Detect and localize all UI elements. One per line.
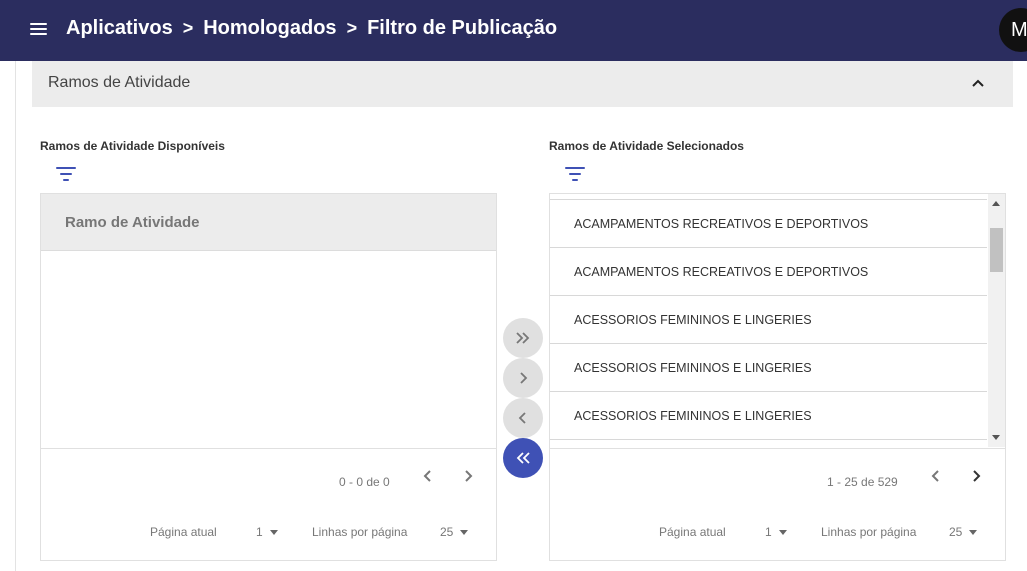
app-header: Aplicativos > Homologados > Filtro de Pu… (0, 0, 1027, 61)
rows-per-page-label: Linhas por página (821, 525, 917, 539)
breadcrumb-filtro-publicacao: Filtro de Publicação (367, 17, 558, 39)
filter-icon[interactable] (56, 166, 76, 182)
list-item[interactable]: ACAMPAMENTOS RECREATIVOS E DEPORTIVOS (550, 200, 987, 248)
current-page-label: Página atual (150, 525, 217, 539)
rows-per-page-select[interactable]: 25 (949, 525, 978, 539)
dropdown-arrow-icon (969, 530, 978, 536)
breadcrumb-separator: > (346, 18, 358, 38)
column-header[interactable]: Ramo de Atividade (41, 194, 496, 251)
available-panel-title: Ramos de Atividade Disponíveis (40, 139, 225, 153)
list-item[interactable]: ACESSORIOS FEMININOS E LINGERIES (550, 296, 987, 344)
current-page-value: 1 (256, 525, 263, 539)
move-all-left-button[interactable] (503, 438, 543, 478)
filter-icon[interactable] (565, 166, 585, 182)
next-page-icon[interactable] (968, 468, 984, 484)
breadcrumb-separator: > (182, 18, 194, 38)
dropdown-arrow-icon (269, 530, 278, 536)
move-right-button[interactable] (503, 358, 543, 398)
rows-per-page-value: 25 (440, 525, 454, 539)
current-page-select[interactable]: 1 (256, 525, 278, 539)
move-left-button[interactable] (503, 398, 543, 438)
chevron-up-icon[interactable] (969, 75, 987, 93)
list-item[interactable]: ACAMPAMENTOS RECREATIVOS E DEPORTIVOS (550, 248, 987, 296)
pager-divider (41, 448, 496, 449)
breadcrumb: Aplicativos > Homologados > Filtro de Pu… (66, 17, 557, 40)
current-page-select[interactable]: 1 (765, 525, 787, 539)
move-all-right-button[interactable] (503, 318, 543, 358)
list-item[interactable]: ACESSORIOS FEMININOS E LINGERIES (550, 344, 987, 392)
column-header-label: Ramo de Atividade (65, 214, 200, 231)
list-item[interactable]: ACESSORIOS FEMININOS E LINGERIES (550, 392, 987, 440)
pager-divider (550, 448, 1005, 449)
scroll-thumb[interactable] (990, 228, 1003, 272)
chevron-left-icon (518, 412, 526, 424)
double-chevron-right-icon (516, 332, 530, 344)
section-header[interactable]: Ramos de Atividade (32, 61, 1013, 107)
double-chevron-left-icon (516, 452, 530, 464)
avatar[interactable]: M (999, 8, 1027, 52)
rows-per-page-label: Linhas por página (312, 525, 408, 539)
scroll-up-arrow-icon[interactable] (992, 201, 1000, 206)
current-page-label: Página atual (659, 525, 726, 539)
next-page-icon[interactable] (460, 468, 476, 484)
dropdown-arrow-icon (778, 530, 787, 536)
current-page-value: 1 (765, 525, 772, 539)
dropdown-arrow-icon (460, 530, 469, 536)
section-title: Ramos de Atividade (48, 74, 191, 91)
scroll-down-arrow-icon[interactable] (992, 435, 1000, 440)
available-list: Ramo de Atividade (40, 193, 497, 561)
menu-icon[interactable] (28, 20, 50, 38)
selected-panel-title: Ramos de Atividade Selecionados (549, 139, 744, 153)
list-scrollbar[interactable] (988, 194, 1005, 447)
rows-per-page-select[interactable]: 25 (440, 525, 469, 539)
prev-page-icon[interactable] (928, 468, 944, 484)
selected-range-text: 1 - 25 de 529 (827, 475, 898, 489)
breadcrumb-aplicativos[interactable]: Aplicativos (66, 17, 173, 40)
prev-page-icon[interactable] (420, 468, 436, 484)
selected-list: ACAMPAMENTOS RECREATIVOS E DEPORTIVOS AC… (549, 193, 1006, 561)
breadcrumb-homologados[interactable]: Homologados (203, 17, 336, 40)
available-range-text: 0 - 0 de 0 (339, 475, 390, 489)
chevron-right-icon (520, 372, 528, 384)
side-rail (0, 61, 16, 571)
rows-per-page-value: 25 (949, 525, 963, 539)
